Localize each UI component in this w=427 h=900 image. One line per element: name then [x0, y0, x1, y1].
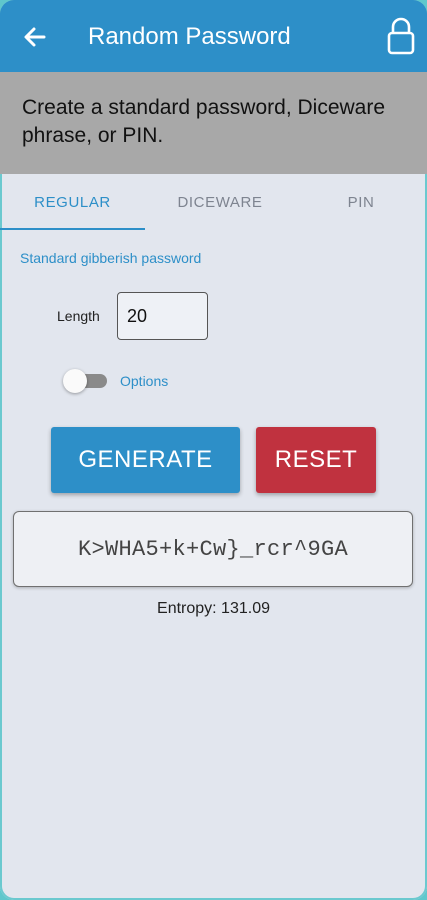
app-bar: Random Password: [0, 0, 427, 72]
info-banner: Create a standard password, Diceware phr…: [0, 72, 427, 174]
reset-button[interactable]: RESET: [256, 427, 376, 493]
lock-icon: [387, 17, 415, 55]
generate-button[interactable]: GENERATE: [51, 427, 240, 493]
tab-regular[interactable]: REGULAR: [0, 174, 145, 230]
page-title: Random Password: [88, 23, 291, 50]
password-output[interactable]: K>WHA5+k+Cw}_rcr^9GA: [13, 511, 413, 587]
length-input[interactable]: [117, 292, 208, 340]
length-label: Length: [57, 308, 100, 324]
tab-diceware[interactable]: DICEWARE: [145, 174, 295, 230]
lock-button[interactable]: [384, 15, 418, 57]
tab-bar: REGULAR DICEWARE PIN: [0, 174, 427, 230]
back-button[interactable]: [18, 20, 52, 54]
options-label[interactable]: Options: [120, 373, 168, 389]
password-text: K>WHA5+k+Cw}_rcr^9GA: [77, 536, 349, 562]
toggle-thumb: [63, 369, 87, 393]
arrow-left-icon: [24, 27, 46, 47]
options-toggle[interactable]: [63, 369, 109, 393]
section-subtitle: Standard gibberish password: [20, 250, 202, 266]
banner-text: Create a standard password, Diceware phr…: [22, 96, 386, 147]
entropy-label: Entropy: 131.09: [157, 600, 270, 617]
tab-pin[interactable]: PIN: [295, 174, 427, 230]
active-tab-indicator: [0, 228, 145, 230]
app-frame: Random Password Create a standard passwo…: [0, 0, 427, 900]
